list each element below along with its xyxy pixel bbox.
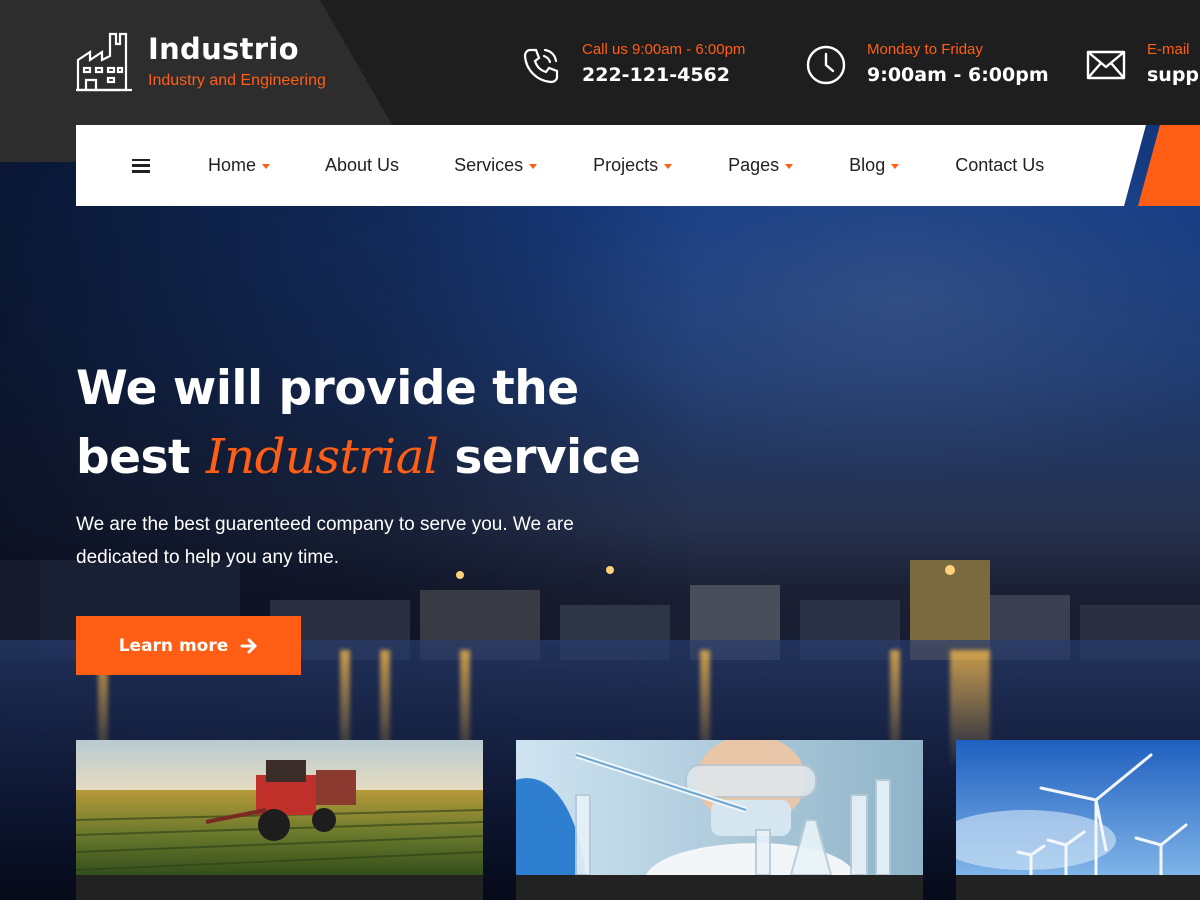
dropdown-caret-icon [529,164,538,169]
brand-name: Industrio [148,32,299,66]
nav-item-label: Blog [849,155,886,175]
nav-item-label: About Us [325,155,400,175]
nav-item-contact-us[interactable]: Contact Us [955,155,1044,176]
clock-icon [805,44,847,86]
tractor-field-image [76,740,483,875]
phone-number: 222-121-4562 [582,64,730,86]
contact-phone[interactable]: Call us 9:00am - 6:00pm 222-121-4562 [520,40,745,90]
dropdown-caret-icon [785,164,794,169]
nav-menu: Home About Us Services Projects Pages Bl… [76,125,1044,206]
service-card-agriculture[interactable] [76,740,483,900]
lab-scientist-image [516,740,923,875]
dropdown-caret-icon [891,164,900,169]
wind-turbines-image [956,740,1200,875]
nav-item-pages[interactable]: Pages [728,155,794,176]
nav-item-blog[interactable]: Blog [849,155,900,176]
envelope-icon [1085,44,1127,86]
nav-item-projects[interactable]: Projects [593,155,673,176]
phone-icon [520,44,562,86]
nav-item-label: Projects [593,155,659,175]
hours-label: Monday to Friday [867,41,983,58]
card-caption-bar [76,875,483,900]
brand-tagline: Industry and Engineering [148,72,326,89]
hours-value: 9:00am - 6:00pm [867,64,1049,86]
headline-line-1: We will provide the [76,361,579,416]
headline-text: service [438,430,641,485]
nav-item-label: Services [454,155,524,175]
learn-more-button[interactable]: Learn more [76,616,301,675]
phone-label: Call us 9:00am - 6:00pm [582,41,746,58]
hero-subtext: We are the best guarenteed company to se… [76,514,574,568]
menu-toggle-icon[interactable] [132,158,150,173]
factory-icon [76,32,132,92]
dropdown-caret-icon [262,164,271,169]
contact-hours: Monday to Friday 9:00am - 6:00pm [805,40,1049,90]
dropdown-caret-icon [664,164,673,169]
nav-item-label: Home [208,155,257,175]
contact-email[interactable]: E-mail supp [1085,40,1199,90]
card-caption-bar [956,875,1200,900]
site-logo[interactable]: Industrio Industry and Engineering [76,30,326,92]
headline-accent: Industrial [205,429,439,485]
button-label: Learn more [118,635,229,656]
service-card-energy[interactable] [956,740,1200,900]
headline-line-2: best Industrial service [76,423,641,492]
nav-item-label: Pages [728,155,780,175]
hero-headline: We will provide the best Industrial serv… [76,355,641,492]
email-value: supp [1147,64,1200,86]
arrow-right-icon [240,638,257,653]
nav-item-services[interactable]: Services [454,155,538,176]
card-caption-bar [516,875,923,900]
email-label: E-mail [1147,41,1190,58]
service-card-research[interactable] [516,740,923,900]
nav-item-label: Contact Us [955,155,1045,175]
nav-item-about-us[interactable]: About Us [325,155,399,176]
nav-item-home[interactable]: Home [208,155,271,176]
headline-text: best [76,430,206,485]
